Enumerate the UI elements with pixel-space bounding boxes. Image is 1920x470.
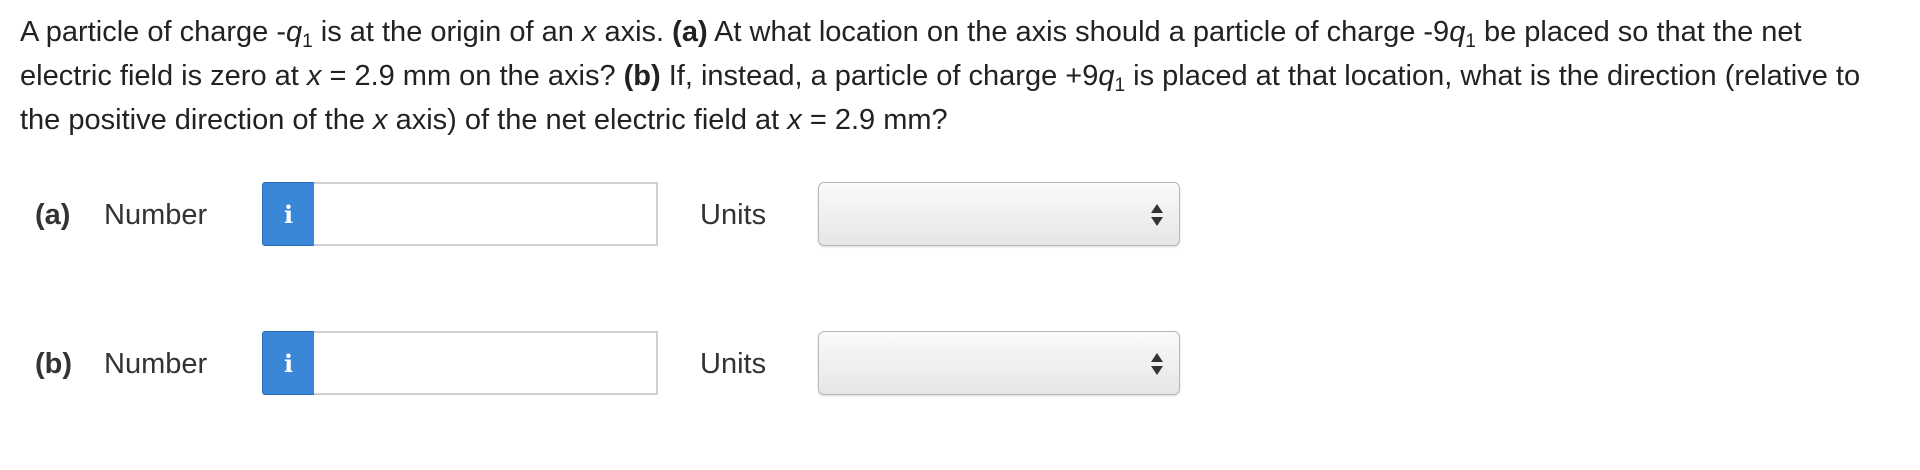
variable-q: q [1098,60,1115,92]
info-icon: i [283,199,294,229]
question-text: A particle of charge -q1 is at the origi… [20,10,1900,142]
units-label: Units [700,199,767,231]
units-label: Units [700,348,767,380]
units-select[interactable] [818,182,1180,246]
question-text-segment: axis) of the net electric field at [387,104,788,136]
arrow-down-icon [1151,366,1163,375]
question-text-segment: At what location on the axis should a pa… [707,16,1450,48]
arrow-up-icon [1151,204,1163,213]
info-icon: i [283,348,294,378]
variable-q: q [285,16,303,48]
number-input[interactable] [314,331,658,395]
up-down-arrows-icon [1151,204,1163,226]
number-label: Number [104,199,208,231]
part-b-tag: (b) [623,60,661,92]
variable-x: x [581,16,597,48]
units-select[interactable] [818,331,1180,395]
variable-q: q [1449,16,1466,48]
arrow-down-icon [1151,217,1163,226]
variable-x: x [306,60,322,92]
question-text-segment: = 2.9 mm? [801,104,948,136]
info-button[interactable]: i [262,182,315,246]
variable-x: x [787,104,802,136]
answer-row-b: (b) Number i Units [0,331,1920,397]
number-input[interactable] [314,182,658,246]
number-label: Number [104,348,208,380]
arrow-up-icon [1151,353,1163,362]
part-label: (a) [35,199,71,231]
subscript: 1 [302,31,313,52]
question-text-segment: axis. [596,16,673,48]
variable-x: x [373,104,388,136]
answer-row-a: (a) Number i Units [0,182,1920,248]
part-a-tag: (a) [672,16,708,48]
up-down-arrows-icon [1151,353,1163,375]
question-text-segment: If, instead, a particle of charge +9 [660,60,1099,92]
question-text-segment: is at the origin of an [312,16,582,48]
question-text-segment: A particle of charge - [20,16,286,48]
question-text-segment: = 2.9 mm on the axis? [321,60,624,92]
subscript: 1 [1465,31,1476,52]
info-button[interactable]: i [262,331,315,395]
part-label: (b) [35,348,73,380]
subscript: 1 [1114,75,1126,96]
